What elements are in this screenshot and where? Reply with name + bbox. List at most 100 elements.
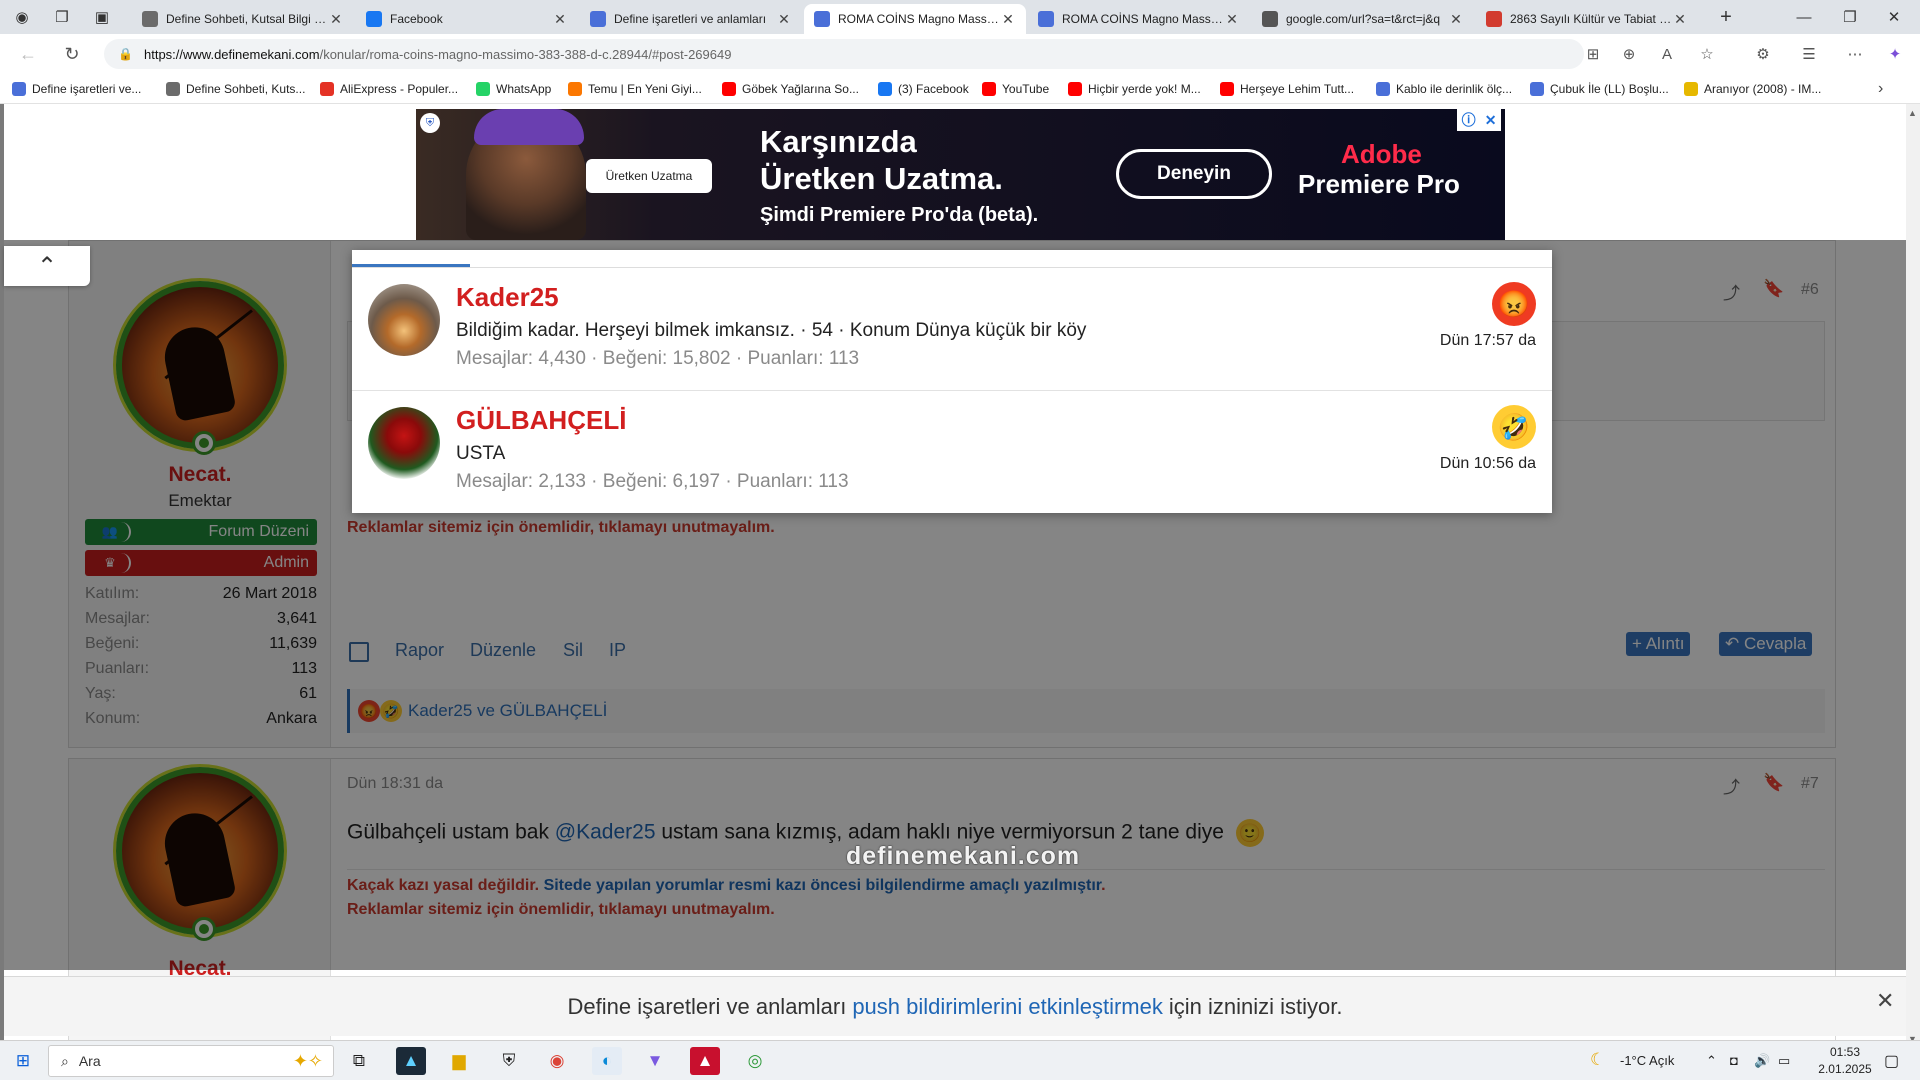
dm-icon bbox=[1038, 11, 1054, 27]
close-tab-icon[interactable]: ✕ bbox=[1000, 11, 1016, 28]
reaction-time[interactable]: Dün 10:56 da bbox=[1440, 455, 1536, 473]
taskbar-search[interactable]: ⌕ Ara ✦✧ bbox=[48, 1045, 334, 1077]
page-scrollbar[interactable]: ▲ ▼ bbox=[1906, 104, 1920, 1048]
windows-start-icon[interactable]: ⊞ bbox=[8, 1047, 38, 1075]
ad-subline: Şimdi Premiere Pro'da (beta). bbox=[760, 204, 1039, 226]
rose-avatar[interactable] bbox=[368, 407, 440, 479]
refresh-icon[interactable]: ↻ bbox=[58, 42, 86, 66]
reactions-modal: Kader25 Bildiğim kadar. Herşeyi bilmek i… bbox=[352, 250, 1552, 513]
bookmark-item[interactable]: Aranıyor (2008) - IM... bbox=[1684, 80, 1821, 98]
bookmark-item[interactable]: Göbek Yağlarına So... bbox=[722, 80, 859, 98]
notifications-icon[interactable]: ▢ bbox=[1884, 1051, 1899, 1071]
ad-info-icon[interactable]: ⓘ bbox=[1462, 110, 1476, 130]
close-tab-icon[interactable]: ✕ bbox=[328, 11, 344, 28]
campfire-avatar[interactable] bbox=[368, 284, 440, 356]
zoom-icon[interactable]: ⊕ bbox=[1618, 43, 1640, 65]
reaction-user-stats: Mesajlar: 4,430 · Beğeni: 15,802 · Puanl… bbox=[456, 348, 860, 369]
bookmark-item[interactable]: YouTube bbox=[982, 80, 1049, 98]
profile-icon[interactable]: ◉ bbox=[8, 6, 36, 28]
browser-tab[interactable]: ROMA COİNS Magno Massimo ✕ bbox=[1028, 4, 1250, 34]
push-close-icon[interactable]: ✕ bbox=[1876, 988, 1900, 1013]
browser-tab[interactable]: 2863 Sayılı Kültür ve Tabiat Var ✕ bbox=[1476, 4, 1698, 34]
reaction-user-name[interactable]: Kader25 bbox=[456, 282, 559, 313]
read-aloud-icon[interactable]: A bbox=[1656, 43, 1678, 65]
back-icon[interactable]: ← bbox=[14, 42, 42, 66]
bookmark-item[interactable]: AliExpress - Populer... bbox=[320, 80, 458, 98]
bookmark-item[interactable]: Herşeye Lehim Tutt... bbox=[1220, 80, 1354, 98]
ad-close-icon[interactable]: ✕ bbox=[1485, 112, 1497, 129]
ad-brand-product: Premiere Pro bbox=[1298, 169, 1460, 199]
browser-tab[interactable]: Define Sohbeti, Kutsal Bilgi Kay ✕ bbox=[132, 4, 354, 34]
game-app-icon[interactable]: ⛨ bbox=[494, 1047, 524, 1075]
enable-push-link[interactable]: push bildirimlerini etkinleştirmek bbox=[852, 994, 1163, 1020]
network-icon[interactable]: ▭ bbox=[1778, 1053, 1790, 1069]
bookmark-item[interactable]: Çubuk İle (LL) Boşlu... bbox=[1530, 80, 1669, 98]
bookmark-item[interactable]: Define Sohbeti, Kuts... bbox=[166, 80, 305, 98]
bookmark-favicon-icon bbox=[476, 82, 490, 96]
app-icon-2[interactable]: ▲ bbox=[690, 1047, 720, 1075]
scroll-top-button[interactable]: ⌃ bbox=[4, 246, 90, 286]
facebook-icon bbox=[366, 11, 382, 27]
close-tab-icon[interactable]: ✕ bbox=[776, 11, 792, 28]
reaction-user-name[interactable]: GÜLBAHÇELİ bbox=[456, 405, 626, 436]
reaction-time[interactable]: Dün 17:57 da bbox=[1440, 332, 1536, 350]
bookmark-item[interactable]: Kablo ile derinlik ölç... bbox=[1376, 80, 1512, 98]
browser-tab[interactable]: Facebook ✕ bbox=[356, 4, 578, 34]
weather-text[interactable]: -1°C Açık bbox=[1620, 1053, 1674, 1068]
bookmark-favicon-icon bbox=[722, 82, 736, 96]
copilot-icon[interactable]: ✦ bbox=[1884, 43, 1906, 65]
app-available-icon[interactable]: ⊞ bbox=[1582, 43, 1604, 65]
chat-icon bbox=[142, 11, 158, 27]
reaction-user-title: Bildiğim kadar. Herşeyi bilmek imkansız.… bbox=[456, 320, 1087, 341]
new-tab-button[interactable]: + bbox=[1712, 6, 1740, 28]
close-tab-icon[interactable]: ✕ bbox=[1672, 11, 1688, 28]
ad-choices[interactable]: ⓘ ✕ bbox=[1457, 109, 1501, 131]
browser-toolbar: ← ↻ 🔒 https://www.definemekani.com/konul… bbox=[0, 34, 1920, 74]
close-tab-icon[interactable]: ✕ bbox=[1224, 11, 1240, 28]
bookmark-item[interactable]: WhatsApp bbox=[476, 80, 551, 98]
tab-actions-icon[interactable]: ▣ bbox=[88, 6, 116, 28]
app-icon-1[interactable]: ▲ bbox=[396, 1047, 426, 1075]
ad-cta-button[interactable]: Deneyin bbox=[1116, 149, 1272, 199]
earth-app-icon[interactable]: ◎ bbox=[740, 1047, 770, 1075]
favorites-icon[interactable]: ☰ bbox=[1798, 43, 1820, 65]
bookmark-favicon-icon bbox=[1530, 82, 1544, 96]
url-domain: https://www.definemekani.com bbox=[144, 46, 320, 62]
reaction-user-stats: Mesajlar: 2,133 · Beğeni: 6,197 · Puanla… bbox=[456, 471, 849, 492]
more-options-icon[interactable]: ⋯ bbox=[1844, 43, 1866, 65]
reaction-tabs[interactable] bbox=[352, 250, 1552, 268]
workspaces-icon[interactable]: ❐ bbox=[48, 6, 76, 28]
bookmark-item[interactable]: (3) Facebook bbox=[878, 80, 969, 98]
tray-overflow-icon[interactable]: ⌃ bbox=[1706, 1053, 1717, 1069]
chrome-icon[interactable]: ◉ bbox=[542, 1047, 572, 1075]
dm-icon bbox=[590, 11, 606, 27]
close-tab-icon[interactable]: ✕ bbox=[1448, 11, 1464, 28]
bookmark-item[interactable]: Define işaretleri ve... bbox=[12, 80, 141, 98]
restore-button[interactable]: ❐ bbox=[1836, 6, 1864, 28]
volume-icon[interactable]: 🔊 bbox=[1754, 1053, 1770, 1069]
favorite-star-icon[interactable]: ☆ bbox=[1696, 43, 1718, 65]
ad-shield-icon: ⛨ bbox=[420, 113, 440, 133]
browser-tab[interactable]: ROMA COİNS Magno Massimo ✕ bbox=[804, 4, 1026, 34]
weather-moon-icon: ☾ bbox=[1590, 1050, 1606, 1069]
camera-icon[interactable]: ◘ bbox=[1730, 1053, 1738, 1068]
ad-cap-image bbox=[474, 109, 584, 145]
bookmark-item[interactable]: Hiçbir yerde yok! M... bbox=[1068, 80, 1201, 98]
proton-vpn-icon[interactable]: ▼ bbox=[640, 1047, 670, 1075]
bookmark-item[interactable]: Temu | En Yeni Giyi... bbox=[568, 80, 702, 98]
adobe-ad-banner[interactable]: ⛨ Üretken Uzatma Karşınızda Üretken Uzatm… bbox=[416, 109, 1505, 240]
close-tab-icon[interactable]: ✕ bbox=[552, 11, 568, 28]
minimize-button[interactable]: — bbox=[1790, 6, 1818, 28]
browser-tab[interactable]: google.com/url?sa=t&rct=j&q ✕ bbox=[1252, 4, 1474, 34]
close-window-button[interactable]: ✕ bbox=[1880, 6, 1908, 28]
edge-icon[interactable]: ◐ bbox=[592, 1047, 622, 1075]
address-bar[interactable]: 🔒 https://www.definemekani.com/konular/r… bbox=[104, 39, 1584, 69]
bookmarks-overflow-icon[interactable]: › bbox=[1878, 80, 1883, 98]
scroll-up-icon[interactable]: ▲ bbox=[1908, 108, 1917, 118]
extensions-icon[interactable]: ⚙ bbox=[1752, 43, 1774, 65]
task-view-icon[interactable]: ⧉ bbox=[344, 1047, 374, 1075]
clock[interactable]: 01:53 2.01.2025 bbox=[1810, 1044, 1880, 1078]
browser-tab[interactable]: Define işaretleri ve anlamları ✕ bbox=[580, 4, 802, 34]
file-explorer-icon[interactable]: ▆ bbox=[444, 1047, 474, 1075]
active-tab-underline bbox=[352, 264, 470, 267]
